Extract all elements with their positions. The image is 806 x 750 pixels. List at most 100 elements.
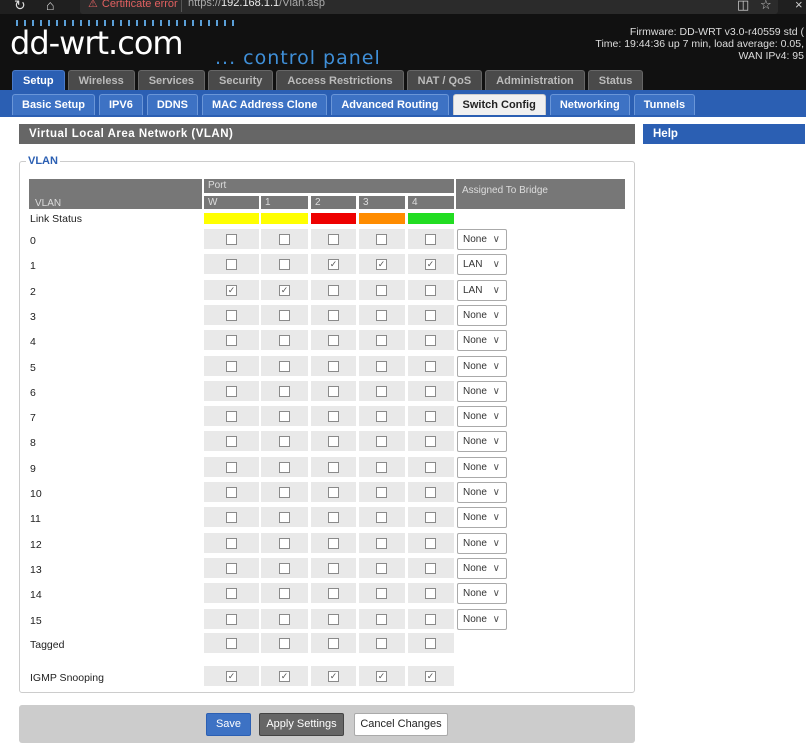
main-tab-administration[interactable]: Administration [485,70,585,90]
vlan-row-4-port-1-checkbox[interactable] [279,335,290,347]
vlan-row-10-port-w-checkbox[interactable] [226,487,237,498]
vlan-row-4-port-4-checkbox[interactable] [425,335,436,347]
sub-tab-switch-config[interactable]: Switch Config [452,94,546,115]
tagged-row-port-1-checkbox[interactable] [279,638,290,649]
tagged-row-port-3-checkbox[interactable] [376,638,387,649]
sub-tab-mac-address-clone[interactable]: MAC Address Clone [202,94,328,115]
address-bar[interactable] [80,0,778,14]
vlan-row-12-port-2-checkbox[interactable] [328,537,339,549]
vlan-row-13-port-1-checkbox[interactable] [279,562,290,574]
vlan-row-4-port-2-checkbox[interactable] [328,335,339,347]
vlan-row-9-port-3-checkbox[interactable] [376,461,387,473]
vlan-row-0-port-4-checkbox[interactable] [425,234,436,245]
igmp-snooping-row-port-4-checkbox[interactable]: ✓ [425,671,436,682]
vlan-row-3-port-4-checkbox[interactable] [425,309,436,321]
vlan-row-14-port-3-checkbox[interactable] [376,588,387,600]
vlan-row-15-port-3-checkbox[interactable] [376,613,387,625]
vlan-row-15-port-1-checkbox[interactable] [279,613,290,625]
apply-settings-button[interactable]: Apply Settings [259,713,344,736]
tagged-row-port-w-checkbox[interactable] [226,638,237,649]
favorite-star-icon[interactable]: ☆ [760,0,772,13]
tagged-row-port-4-checkbox[interactable] [425,638,436,649]
vlan-row-3-port-2-checkbox[interactable] [328,309,339,321]
vlan-row-9-bridge-select[interactable]: None ∨ [457,456,507,478]
vlan-row-6-port-4-checkbox[interactable] [425,385,436,397]
vlan-row-1-port-1-checkbox[interactable] [279,259,290,271]
vlan-row-15-port-w-checkbox[interactable] [226,613,237,625]
vlan-row-0-bridge-select[interactable]: None ∨ [457,229,507,250]
vlan-row-13-port-4-checkbox[interactable] [425,562,436,574]
vlan-row-5-port-w-checkbox[interactable] [226,360,237,372]
vlan-row-5-port-1-checkbox[interactable] [279,360,290,372]
vlan-row-7-port-w-checkbox[interactable] [226,411,237,423]
vlan-row-7-port-1-checkbox[interactable] [279,411,290,423]
vlan-row-3-bridge-select[interactable]: None ∨ [457,304,507,326]
vlan-row-12-bridge-select[interactable]: None ∨ [457,532,507,554]
vlan-row-10-bridge-select[interactable]: None ∨ [457,482,507,503]
certificate-error-badge[interactable]: ⚠ Certificate error [88,0,178,10]
vlan-row-6-port-1-checkbox[interactable] [279,385,290,397]
main-tab-security[interactable]: Security [207,70,274,90]
sub-tab-ipv6[interactable]: IPV6 [98,94,143,115]
main-tab-nat-qos[interactable]: NAT / QoS [406,70,483,90]
vlan-row-14-port-1-checkbox[interactable] [279,588,290,600]
igmp-snooping-row-port-w-checkbox[interactable]: ✓ [226,671,237,682]
vlan-row-14-port-2-checkbox[interactable] [328,588,339,600]
igmp-snooping-row-port-2-checkbox[interactable]: ✓ [328,671,339,682]
vlan-row-7-port-3-checkbox[interactable] [376,411,387,423]
vlan-row-11-port-1-checkbox[interactable] [279,512,290,524]
vlan-row-8-port-4-checkbox[interactable] [425,436,436,448]
vlan-row-12-port-3-checkbox[interactable] [376,537,387,549]
vlan-row-10-port-3-checkbox[interactable] [376,487,387,498]
vlan-row-2-bridge-select[interactable]: LAN ∨ [457,279,507,301]
vlan-row-8-port-3-checkbox[interactable] [376,436,387,448]
vlan-row-7-port-4-checkbox[interactable] [425,411,436,423]
vlan-row-2-port-3-checkbox[interactable] [376,284,387,296]
main-tab-services[interactable]: Services [137,70,205,90]
vlan-row-1-port-w-checkbox[interactable] [226,259,237,271]
reload-icon[interactable]: ↻ [14,0,26,14]
vlan-row-2-port-2-checkbox[interactable] [328,284,339,296]
vlan-row-7-bridge-select[interactable]: None ∨ [457,406,507,428]
url-text[interactable]: https://192.168.1.1/Vlan.asp [188,0,325,9]
vlan-row-9-port-w-checkbox[interactable] [226,461,237,473]
igmp-snooping-row-port-3-checkbox[interactable]: ✓ [376,671,387,682]
vlan-row-9-port-1-checkbox[interactable] [279,461,290,473]
vlan-row-14-port-w-checkbox[interactable] [226,588,237,600]
vlan-row-15-bridge-select[interactable]: None ∨ [457,608,507,630]
main-tab-setup[interactable]: Setup [12,70,65,90]
vlan-row-11-port-w-checkbox[interactable] [226,512,237,524]
vlan-row-7-port-2-checkbox[interactable] [328,411,339,423]
vlan-row-8-bridge-select[interactable]: None ∨ [457,431,507,453]
vlan-row-6-bridge-select[interactable]: None ∨ [457,380,507,402]
vlan-row-11-bridge-select[interactable]: None ∨ [457,507,507,529]
vlan-row-1-port-3-checkbox[interactable]: ✓ [376,259,387,271]
sub-tab-networking[interactable]: Networking [549,94,630,115]
vlan-row-1-bridge-select[interactable]: LAN ∨ [457,254,507,276]
vlan-row-0-port-2-checkbox[interactable] [328,234,339,245]
vlan-row-13-bridge-select[interactable]: None ∨ [457,557,507,579]
vlan-row-8-port-1-checkbox[interactable] [279,436,290,448]
vlan-row-9-port-2-checkbox[interactable] [328,461,339,473]
vlan-row-13-port-w-checkbox[interactable] [226,562,237,574]
cancel-changes-button[interactable]: Cancel Changes [354,713,448,736]
vlan-row-15-port-2-checkbox[interactable] [328,613,339,625]
vlan-row-13-port-2-checkbox[interactable] [328,562,339,574]
vlan-row-11-port-2-checkbox[interactable] [328,512,339,524]
help-title[interactable]: Help [643,124,805,144]
vlan-row-12-port-4-checkbox[interactable] [425,537,436,549]
save-button[interactable]: Save [206,713,251,736]
vlan-row-15-port-4-checkbox[interactable] [425,613,436,625]
main-tab-access-restrictions[interactable]: Access Restrictions [276,70,404,90]
vlan-row-11-port-3-checkbox[interactable] [376,512,387,524]
vlan-row-5-port-3-checkbox[interactable] [376,360,387,372]
vlan-row-6-port-2-checkbox[interactable] [328,385,339,397]
vlan-row-5-bridge-select[interactable]: None ∨ [457,355,507,377]
sub-tab-tunnels[interactable]: Tunnels [633,94,696,115]
vlan-row-4-port-w-checkbox[interactable] [226,335,237,347]
vlan-row-0-port-1-checkbox[interactable] [279,234,290,245]
vlan-row-13-port-3-checkbox[interactable] [376,562,387,574]
reader-view-icon[interactable]: ◫ [737,0,749,13]
vlan-row-1-port-2-checkbox[interactable]: ✓ [328,259,339,271]
sub-tab-advanced-routing[interactable]: Advanced Routing [331,94,449,115]
